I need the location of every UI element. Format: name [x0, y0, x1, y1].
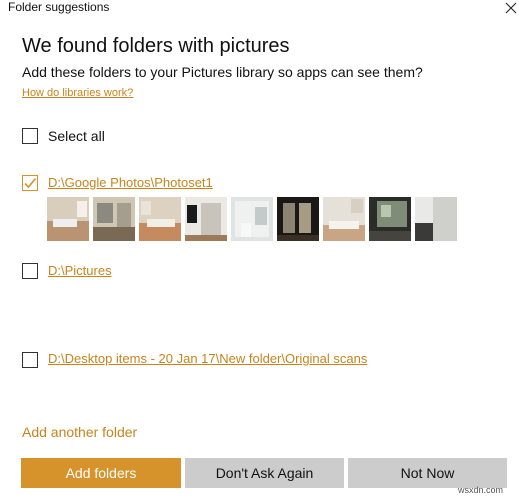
thumbnail-1[interactable]	[47, 197, 89, 241]
add-folders-button[interactable]: Add folders	[21, 458, 181, 488]
folder-2-link[interactable]: D:\Pictures	[48, 263, 112, 279]
close-icon	[505, 2, 517, 14]
folder-3-link[interactable]: D:\Desktop items - 20 Jan 17\New folder\…	[48, 351, 367, 367]
thumbnail-8[interactable]	[369, 197, 411, 241]
help-link[interactable]: How do libraries work?	[22, 87, 133, 100]
thumbnail-2[interactable]	[93, 197, 135, 241]
folder-3-checkbox[interactable]	[22, 352, 38, 368]
thumbnail-4[interactable]	[185, 197, 227, 241]
thumbnail-9[interactable]	[415, 197, 457, 241]
select-all-checkbox[interactable]	[22, 128, 38, 144]
thumbnail-3[interactable]	[139, 197, 181, 241]
folder-1-link[interactable]: D:\Google Photos\Photoset1	[48, 175, 213, 191]
dialog-subtitle: Add these folders to your Pictures libra…	[22, 64, 423, 80]
dialog-heading: We found folders with pictures	[22, 35, 290, 57]
checkmark-icon	[24, 177, 37, 189]
dont-ask-again-button[interactable]: Don't Ask Again	[185, 458, 344, 488]
close-button[interactable]	[498, 0, 524, 17]
folder-1-checkbox[interactable]	[22, 175, 38, 191]
window-title: Folder suggestions	[8, 0, 110, 14]
folder-1-thumbnails	[47, 197, 457, 241]
select-all-label: Select all	[48, 128, 105, 144]
thumbnail-6[interactable]	[277, 197, 319, 241]
watermark: wsxdn.com	[458, 485, 504, 495]
thumbnail-7[interactable]	[323, 197, 365, 241]
thumbnail-5[interactable]	[231, 197, 273, 241]
not-now-button[interactable]: Not Now	[348, 458, 507, 488]
add-another-folder-link[interactable]: Add another folder	[22, 424, 137, 440]
folder-2-checkbox[interactable]	[22, 263, 38, 279]
